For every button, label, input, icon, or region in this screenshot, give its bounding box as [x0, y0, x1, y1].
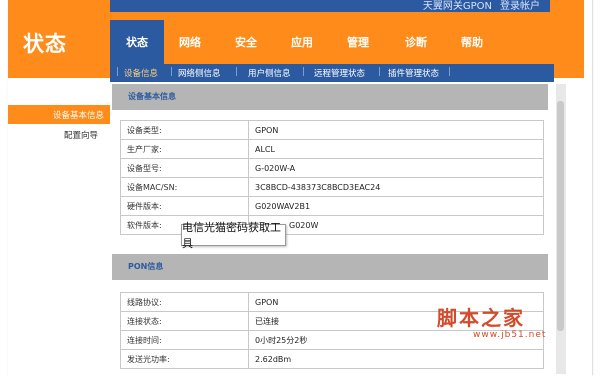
field-label: 线路协议: — [120, 292, 249, 312]
sidebar-item-device-basic-info[interactable]: 设备基本信息 — [8, 105, 110, 124]
field-value: GPON — [248, 120, 544, 140]
field-label: 生产厂家: — [120, 139, 249, 159]
tab-diagnostics[interactable]: 诊断 — [396, 20, 436, 64]
field-label: 设备MAC/SN: — [120, 177, 249, 197]
device-info-section-header: 设备基本信息 — [112, 84, 548, 110]
field-value: ALCL — [248, 139, 544, 159]
sidebar-item-config-wizard[interactable]: 配置向导 — [8, 126, 110, 144]
field-label: 发送光功率: — [120, 349, 249, 369]
gateway-name: 天翼网关GPON — [422, 1, 492, 12]
device-info-heading: 设备基本信息 — [128, 92, 176, 101]
subnav-user-side-info[interactable]: 用户侧信息 — [248, 67, 291, 79]
field-label: 连接时间: — [120, 330, 249, 350]
field-label: 设备类型: — [120, 120, 249, 140]
main-nav: 状态 网络 安全 应用 管理 诊断 帮助 — [110, 20, 554, 64]
subnav-divider: | — [448, 67, 451, 77]
tab-applications[interactable]: 应用 — [282, 20, 322, 64]
subnav-divider: | — [170, 67, 173, 77]
field-label: 连接状态: — [120, 311, 249, 331]
tab-management[interactable]: 管理 — [338, 20, 378, 64]
subnav-remote-mgmt-status[interactable]: 远程管理状态 — [314, 67, 365, 79]
table-row: 设备型号: G-020W-A — [120, 158, 544, 178]
watermark-text: 脚本之家 — [437, 306, 525, 330]
scrollbar-thumb[interactable] — [557, 101, 564, 331]
subnav-divider: | — [235, 67, 238, 77]
bottom-edge — [8, 374, 592, 382]
watermark-url: www.jb51.net — [473, 330, 547, 340]
login-account: 登录帐户 — [500, 1, 540, 12]
sidebar: 设备基本信息 配置向导 — [8, 78, 110, 375]
table-row: 生产厂家: ALCL — [120, 139, 544, 159]
subnav-plugin-mgmt-status[interactable]: 插件管理状态 — [388, 67, 439, 79]
field-value: G020W — [248, 215, 544, 235]
field-label: 设备型号: — [120, 158, 249, 178]
field-value: 2.62dBm — [248, 349, 544, 369]
pon-info-section-header: PON信息 — [112, 254, 548, 280]
tab-help[interactable]: 帮助 — [452, 20, 492, 64]
watermark-logo: 脚本之家 www.jb51.net — [437, 302, 557, 350]
subnav-divider: | — [302, 67, 305, 77]
table-row: 硬件版本: G020WAV2B1 — [120, 196, 544, 216]
field-value: G-020W-A — [248, 158, 544, 178]
table-row: 发送光功率: 2.62dBm — [120, 349, 544, 369]
router-admin-page: 状态 天翼网关GPON 登录帐户 状态 网络 安全 应用 管理 诊断 帮助 | … — [0, 0, 600, 382]
table-row: 设备类型: GPON — [120, 120, 544, 140]
field-value: G020WAV2B1 — [248, 196, 544, 216]
table-row: 设备MAC/SN: 3C8BCD-438373C8BCD3EAC24 — [120, 177, 544, 197]
top-info-strip: 天翼网关GPON 登录帐户 — [110, 0, 550, 12]
subnav-network-side-info[interactable]: 网络侧信息 — [178, 67, 221, 79]
field-value: 3C8BCD-438373C8BCD3EAC24 — [248, 177, 544, 197]
sub-nav: | 设备信息 | 网络侧信息 | 用户侧信息 | 远程管理状态 | 插件管理状态… — [110, 64, 554, 82]
subnav-device-info[interactable]: 设备信息 — [124, 67, 158, 79]
pon-info-heading: PON信息 — [128, 262, 164, 271]
section-title: 状态 — [23, 32, 67, 56]
subnav-divider: | — [378, 67, 381, 77]
tooltip: 电信光猫密码获取工具 — [181, 221, 286, 250]
field-label: 硬件版本: — [120, 196, 249, 216]
device-info-table: 设备类型: GPON 生产厂家: ALCL 设备型号: G-020W-A 设备MAC/… — [120, 120, 544, 235]
tab-security[interactable]: 安全 — [226, 20, 266, 64]
tab-status[interactable]: 状态 — [110, 20, 164, 64]
tab-network[interactable]: 网络 — [170, 20, 210, 64]
subnav-divider: | — [116, 67, 119, 77]
